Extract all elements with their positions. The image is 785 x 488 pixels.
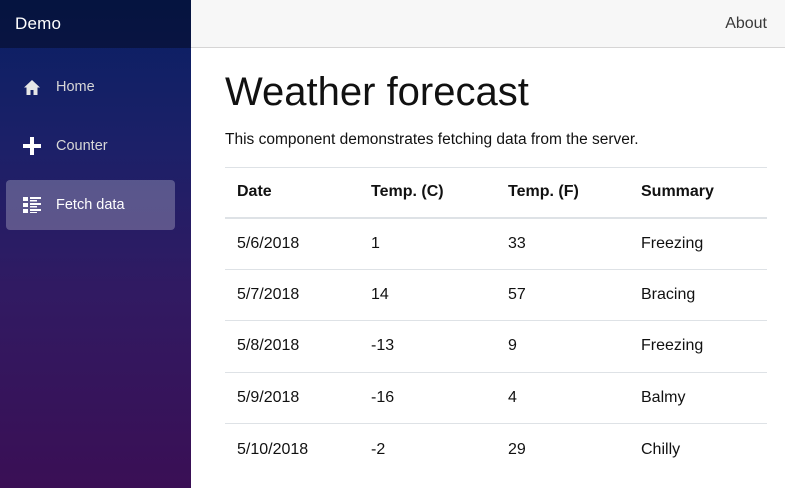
cell-temp-f: 4 [496,371,629,424]
column-header-temp-f: Temp. (F) [496,167,629,219]
cell-summary: Chilly [629,423,767,475]
table-row: 5/7/2018 14 57 Bracing [225,268,767,321]
cell-date: 5/10/2018 [225,423,359,475]
cell-summary: Freezing [629,320,767,372]
cell-temp-f: 9 [496,320,629,372]
main-area: About Weather forecast This component de… [191,0,785,488]
column-header-summary: Summary [629,167,767,219]
cell-temp-f: 33 [496,217,629,269]
forecast-table: Date Temp. (C) Temp. (F) Summary 5/6/201… [225,167,767,475]
nav-menu: Home Counter Fetch data [0,48,191,230]
top-bar: About [191,0,785,48]
cell-temp-c: -2 [359,423,496,475]
content: Weather forecast This component demonstr… [191,48,785,475]
table-row: 5/6/2018 1 33 Freezing [225,217,767,269]
cell-summary: Balmy [629,371,767,424]
cell-date: 5/7/2018 [225,268,359,321]
brand-bar: Demo [0,0,191,48]
list-icon [22,195,42,215]
cell-date: 5/6/2018 [225,217,359,269]
cell-date: 5/9/2018 [225,371,359,424]
brand-link[interactable]: Demo [15,14,61,34]
table-row: 5/8/2018 -13 9 Freezing [225,320,767,372]
cell-date: 5/8/2018 [225,320,359,372]
page-title: Weather forecast [225,70,529,114]
nav-item-counter[interactable]: Counter [6,121,175,171]
table-row: 5/10/2018 -2 29 Chilly [225,423,767,475]
cell-temp-f: 29 [496,423,629,475]
cell-temp-c: 14 [359,268,496,321]
home-icon [22,77,42,97]
cell-summary: Freezing [629,217,767,269]
table-row: 5/9/2018 -16 4 Balmy [225,371,767,424]
app: Demo Home Counter Fetch data About Weath… [0,0,785,488]
plus-icon [22,136,42,156]
cell-summary: Bracing [629,268,767,321]
nav-item-label: Home [56,79,95,95]
nav-item-label: Counter [56,138,108,154]
cell-temp-f: 57 [496,268,629,321]
about-link[interactable]: About [725,15,767,33]
nav-item-home[interactable]: Home [6,62,175,112]
column-header-temp-c: Temp. (C) [359,167,496,219]
table-header-row: Date Temp. (C) Temp. (F) Summary [225,167,767,219]
cell-temp-c: -13 [359,320,496,372]
cell-temp-c: 1 [359,217,496,269]
column-header-date: Date [225,167,359,219]
nav-item-fetch-data[interactable]: Fetch data [6,180,175,230]
intro-text: This component demonstrates fetching dat… [225,131,639,148]
nav-item-label: Fetch data [56,197,125,213]
cell-temp-c: -16 [359,371,496,424]
sidebar: Demo Home Counter Fetch data [0,0,191,488]
